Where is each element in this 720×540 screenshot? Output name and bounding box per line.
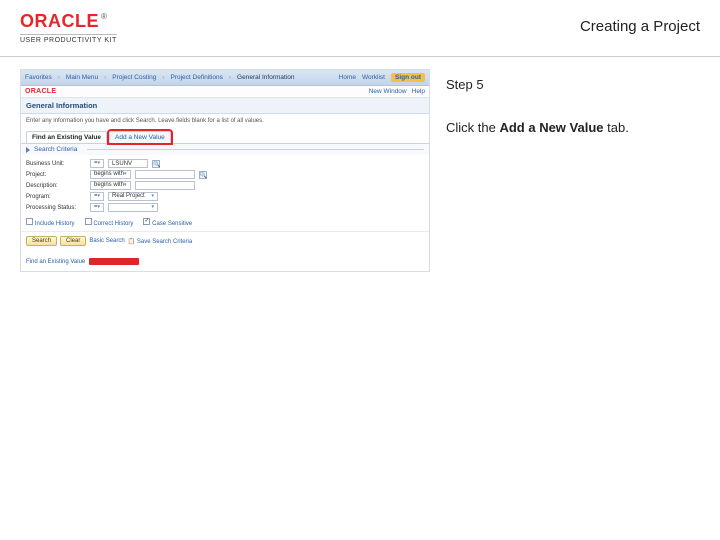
caret-down-icon: ▾ (152, 192, 155, 201)
chevron-right-icon: › (104, 74, 106, 81)
operator-select[interactable]: begins with▾ (90, 181, 131, 190)
project-input[interactable] (135, 170, 195, 179)
checkbox-row: Include History Correct History Case Sen… (21, 216, 429, 231)
operator-select[interactable]: =▾ (90, 159, 104, 168)
field-label: Program: (26, 194, 86, 200)
basic-search-link[interactable]: Basic Search (89, 238, 124, 244)
signout-button[interactable]: Sign out (391, 73, 425, 82)
brand-block: ORACLE® USER PRODUCTIVITY KIT (20, 12, 117, 44)
trademark-icon: ® (101, 12, 107, 21)
description-input[interactable] (135, 181, 195, 190)
checkbox-label: Correct History (93, 221, 133, 227)
section-header: General Information (21, 98, 429, 114)
tab-bar: Find an Existing Value Add a New Value (21, 131, 429, 143)
field-label: Processing Status: (26, 205, 86, 211)
breadcrumb-item[interactable]: Favorites (25, 74, 52, 81)
caret-down-icon: ▾ (152, 203, 155, 212)
chevron-right-icon: › (58, 74, 60, 81)
instruction-panel: Step 5 Click the Add a New Value tab. (446, 69, 700, 272)
caret-down-icon: ▾ (124, 181, 127, 190)
brand-subtitle: USER PRODUCTIVITY KIT (20, 34, 117, 44)
breadcrumb-item[interactable]: Project Definitions (170, 74, 222, 81)
app-breadcrumb-bar: Favorites › Main Menu › Project Costing … (21, 70, 429, 86)
field-label: Description: (26, 183, 86, 189)
program-select[interactable]: Real Project▾ (108, 192, 158, 201)
checkbox-label: Case Sensitive (152, 221, 192, 227)
add-new-value-chip[interactable] (89, 258, 139, 265)
form-row: Description: begins with▾ (26, 181, 424, 190)
home-link[interactable]: Home (339, 74, 356, 81)
caret-down-icon: ▾ (124, 170, 127, 179)
tab-add-new-value[interactable]: Add a New Value (109, 131, 171, 143)
help-link[interactable]: Help (412, 88, 425, 95)
operator-select[interactable]: =▾ (90, 203, 104, 212)
operator-select[interactable]: begins with▾ (90, 170, 131, 179)
field-label: Project: (26, 172, 86, 178)
chevron-right-icon: › (229, 74, 231, 81)
form-row: Business Unit: =▾ LSUNV 🔍 (26, 159, 424, 168)
form-row: Program: =▾ Real Project▾ (26, 192, 424, 201)
breadcrumb-item[interactable]: Main Menu (66, 74, 98, 81)
oracle-mini-logo: ORACLE (25, 88, 56, 95)
operator-select[interactable]: =▾ (90, 192, 104, 201)
find-existing-link[interactable]: Find an Existing Value (26, 259, 85, 265)
field-label: Business Unit: (26, 161, 86, 167)
worklist-link[interactable]: Worklist (362, 74, 385, 81)
triangle-right-icon (26, 147, 30, 153)
oracle-logo: ORACLE (20, 11, 99, 31)
clear-button[interactable]: Clear (60, 236, 86, 246)
app-screenshot: Favorites › Main Menu › Project Costing … (20, 69, 430, 272)
new-window-link[interactable]: New Window (369, 88, 407, 95)
search-form: Business Unit: =▾ LSUNV 🔍 Project: begin… (21, 155, 429, 216)
search-criteria-label: Search Criteria (34, 146, 77, 153)
search-button[interactable]: Search (26, 236, 57, 246)
helper-text: Enter any information you have and click… (21, 114, 429, 131)
status-select[interactable]: ▾ (108, 203, 158, 212)
instruction-text: Click the Add a New Value tab. (446, 120, 700, 135)
correct-history-checkbox[interactable] (85, 218, 92, 225)
checkbox-label: Include History (35, 221, 75, 227)
search-criteria-toggle[interactable]: Search Criteria (21, 143, 429, 155)
business-unit-input[interactable]: LSUNV (108, 159, 148, 168)
page-title: Creating a Project (580, 18, 700, 35)
caret-down-icon: ▾ (98, 192, 101, 201)
lookup-icon[interactable]: 🔍 (199, 171, 207, 179)
save-criteria-link[interactable]: 📋 Save Search Criteria (128, 238, 193, 245)
caret-down-icon: ▾ (98, 203, 101, 212)
include-history-checkbox[interactable] (26, 218, 33, 225)
step-label: Step 5 (446, 77, 700, 92)
caret-down-icon: ▾ (98, 159, 101, 168)
form-row: Processing Status: =▾ ▾ (26, 203, 424, 212)
lookup-icon[interactable]: 🔍 (152, 160, 160, 168)
case-sensitive-checkbox[interactable] (143, 218, 150, 225)
tab-find-existing[interactable]: Find an Existing Value (26, 131, 107, 143)
breadcrumb-item[interactable]: Project Costing (112, 74, 156, 81)
breadcrumb-current: General Information (237, 74, 294, 81)
chevron-right-icon: › (162, 74, 164, 81)
form-row: Project: begins with▾ 🔍 (26, 170, 424, 179)
